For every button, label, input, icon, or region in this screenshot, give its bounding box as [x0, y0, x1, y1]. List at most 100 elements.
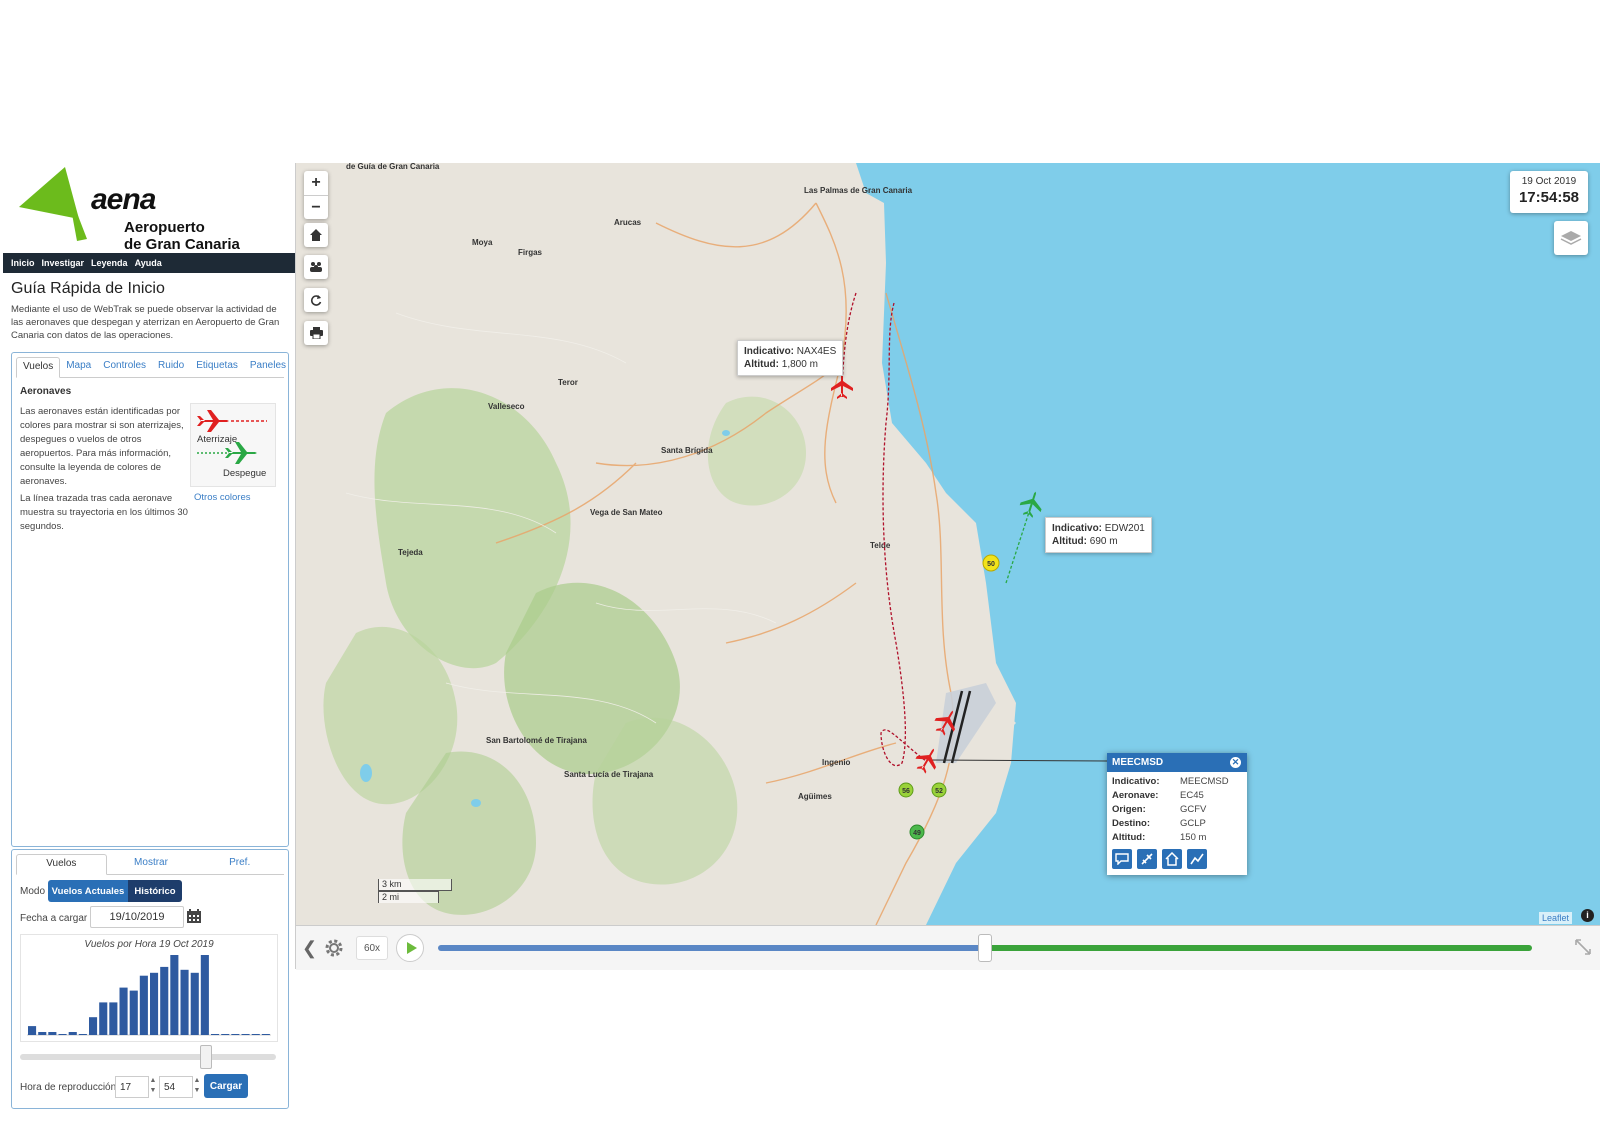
popup-key: Indicativo:	[1112, 776, 1160, 787]
label-tejeda: Tejeda	[398, 548, 423, 557]
chart-bar-hour-5[interactable]	[78, 1034, 87, 1035]
tab-ruido[interactable]: Ruido	[152, 357, 190, 377]
tab-vuelos-controls[interactable]: Vuelos	[16, 854, 107, 875]
otros-colores-link[interactable]: Otros colores	[194, 492, 251, 503]
layers-button[interactable]	[1554, 221, 1588, 255]
label-santa-lucia: Santa Lucía de Tirajana	[564, 770, 654, 779]
home-view-button[interactable]	[304, 223, 328, 247]
map-view[interactable]: de Guía de Gran Canaria Las Palmas de Gr…	[296, 163, 1600, 925]
altitude-chart-icon[interactable]	[1187, 849, 1207, 869]
layers-icon	[1560, 231, 1582, 245]
chevron-left-icon[interactable]: ❮	[302, 938, 317, 959]
zoom-in-button[interactable]: +	[304, 171, 328, 196]
control-tabs: Vuelos Mostrar Pref.	[16, 854, 284, 875]
tab-pref[interactable]: Pref.	[195, 854, 284, 874]
map-base: de Guía de Gran Canaria Las Palmas de Gr…	[296, 163, 1108, 925]
minute-spinner-icon[interactable]: ▲ ▼	[192, 1076, 202, 1098]
noise-marker-52[interactable]: 52	[935, 788, 943, 795]
date-input[interactable]: 19/10/2019	[90, 906, 184, 928]
chart-bar-hour-7[interactable]	[99, 1002, 108, 1035]
mode-history-button[interactable]: Histórico	[128, 880, 182, 902]
leaflet-attribution[interactable]: Leaflet	[1538, 912, 1572, 924]
chart-bar-hour-15[interactable]	[180, 969, 189, 1035]
timeline-handle[interactable]	[978, 934, 992, 962]
nav-ayuda[interactable]: Ayuda	[135, 258, 162, 268]
chart-bar-hour-4[interactable]	[68, 1032, 77, 1035]
chart-bar-hour-14[interactable]	[170, 955, 179, 1035]
calendar-icon[interactable]	[186, 908, 202, 924]
noise-marker-56[interactable]: 56	[902, 788, 910, 795]
chart-bar-hour-23[interactable]	[261, 1034, 270, 1035]
popup-close-icon[interactable]: ✕	[1230, 757, 1241, 768]
chart-bar-hour-21[interactable]	[241, 1034, 250, 1035]
flight-tooltip-edw201[interactable]: Indicativo: EDW201 Altitud: 690 m	[1045, 517, 1152, 553]
home-icon[interactable]	[1162, 849, 1182, 869]
hour-input[interactable]: 17	[115, 1076, 149, 1098]
chart-bar-hour-18[interactable]	[211, 1034, 220, 1035]
chart-bar-hour-22[interactable]	[251, 1034, 260, 1035]
chart-bar-hour-9[interactable]	[119, 987, 128, 1035]
chart-bar-hour-13[interactable]	[160, 966, 169, 1035]
zoom-out-button[interactable]: −	[304, 196, 328, 220]
hour-slider-track[interactable]	[20, 1054, 276, 1060]
resize-icon[interactable]	[1574, 938, 1592, 956]
chart-bar-hour-16[interactable]	[190, 972, 199, 1035]
chart-bar-hour-10[interactable]	[129, 990, 138, 1035]
aircraft-edw201-icon[interactable]	[1017, 488, 1046, 520]
hour-slider-handle[interactable]	[200, 1045, 212, 1069]
chart-bar-hour-19[interactable]	[221, 1034, 230, 1035]
popup-value: MEECMSD	[1180, 776, 1229, 787]
brand-line1: Aeropuerto	[124, 219, 205, 236]
tab-controles[interactable]: Controles	[97, 357, 152, 377]
nav-inicio[interactable]: Inicio	[11, 258, 35, 268]
tab-paneles[interactable]: Paneles	[244, 357, 292, 377]
refresh-button[interactable]	[304, 288, 328, 312]
label-san-bartolome: San Bartolomé de Tirajana	[486, 736, 587, 745]
nav-leyenda[interactable]: Leyenda	[91, 258, 128, 268]
info-tabs: Vuelos Mapa Controles Ruido Etiquetas Pa…	[16, 357, 286, 378]
follow-plane-icon[interactable]	[1137, 849, 1157, 869]
flight-tooltip-nax4es[interactable]: Indicativo: NAX4ES Altitud: 1,800 m	[737, 340, 844, 376]
chart-svg	[27, 955, 271, 1036]
brand-wordmark: aena	[91, 183, 156, 216]
tab-mapa[interactable]: Mapa	[60, 357, 97, 377]
gear-icon[interactable]	[322, 936, 346, 960]
timeline-played[interactable]	[438, 945, 985, 951]
chart-bar-hour-20[interactable]	[231, 1034, 240, 1035]
chart-bar-hour-12[interactable]	[150, 972, 159, 1035]
chart-bar-hour-1[interactable]	[38, 1032, 47, 1035]
clock-date: 19 Oct 2019	[1521, 176, 1577, 187]
playback-speed[interactable]: 60x	[356, 936, 388, 960]
nav-investigar[interactable]: Investigar	[42, 258, 85, 268]
popup-value: EC45	[1180, 790, 1204, 801]
chart-bar-hour-3[interactable]	[58, 1034, 67, 1035]
tooltip-edw201-key1: Indicativo:	[1052, 523, 1103, 534]
minute-input[interactable]: 54	[159, 1076, 193, 1098]
noise-marker-50[interactable]: 50	[987, 561, 995, 568]
chart-bar-hour-8[interactable]	[109, 1002, 118, 1035]
chart-bar-hour-11[interactable]	[139, 975, 148, 1035]
noise-marker-49[interactable]: 49	[913, 830, 921, 837]
cargar-button[interactable]: Cargar	[204, 1074, 248, 1098]
tab-etiquetas[interactable]: Etiquetas	[190, 357, 244, 377]
hour-spinner-icon[interactable]: ▲ ▼	[148, 1076, 158, 1098]
chart-bar-hour-17[interactable]	[200, 955, 209, 1035]
tab-mostrar[interactable]: Mostrar	[107, 854, 196, 874]
mode-current-button[interactable]: Vuelos Actuales	[48, 880, 128, 902]
fecha-label: Fecha a cargar	[20, 913, 88, 924]
info-icon[interactable]: i	[1581, 909, 1594, 922]
label-teror: Teror	[558, 378, 578, 387]
print-button[interactable]	[304, 321, 328, 345]
label-vega-san-mateo: Vega de San Mateo	[590, 508, 663, 517]
community-button[interactable]	[304, 255, 328, 279]
timeline-remaining[interactable]	[985, 945, 1532, 951]
chart-bar-hour-0[interactable]	[28, 1026, 37, 1035]
chart-bar-hour-6[interactable]	[89, 1017, 98, 1035]
complaint-icon[interactable]	[1112, 849, 1132, 869]
label-las-palmas: Las Palmas de Gran Canaria	[804, 186, 913, 195]
chart-bar-hour-2[interactable]	[48, 1032, 57, 1035]
zoom-control: + −	[304, 171, 328, 219]
tab-vuelos[interactable]: Vuelos	[16, 357, 61, 378]
play-button[interactable]	[396, 934, 424, 962]
tooltip-edw201-altitude: 690 m	[1089, 536, 1118, 547]
